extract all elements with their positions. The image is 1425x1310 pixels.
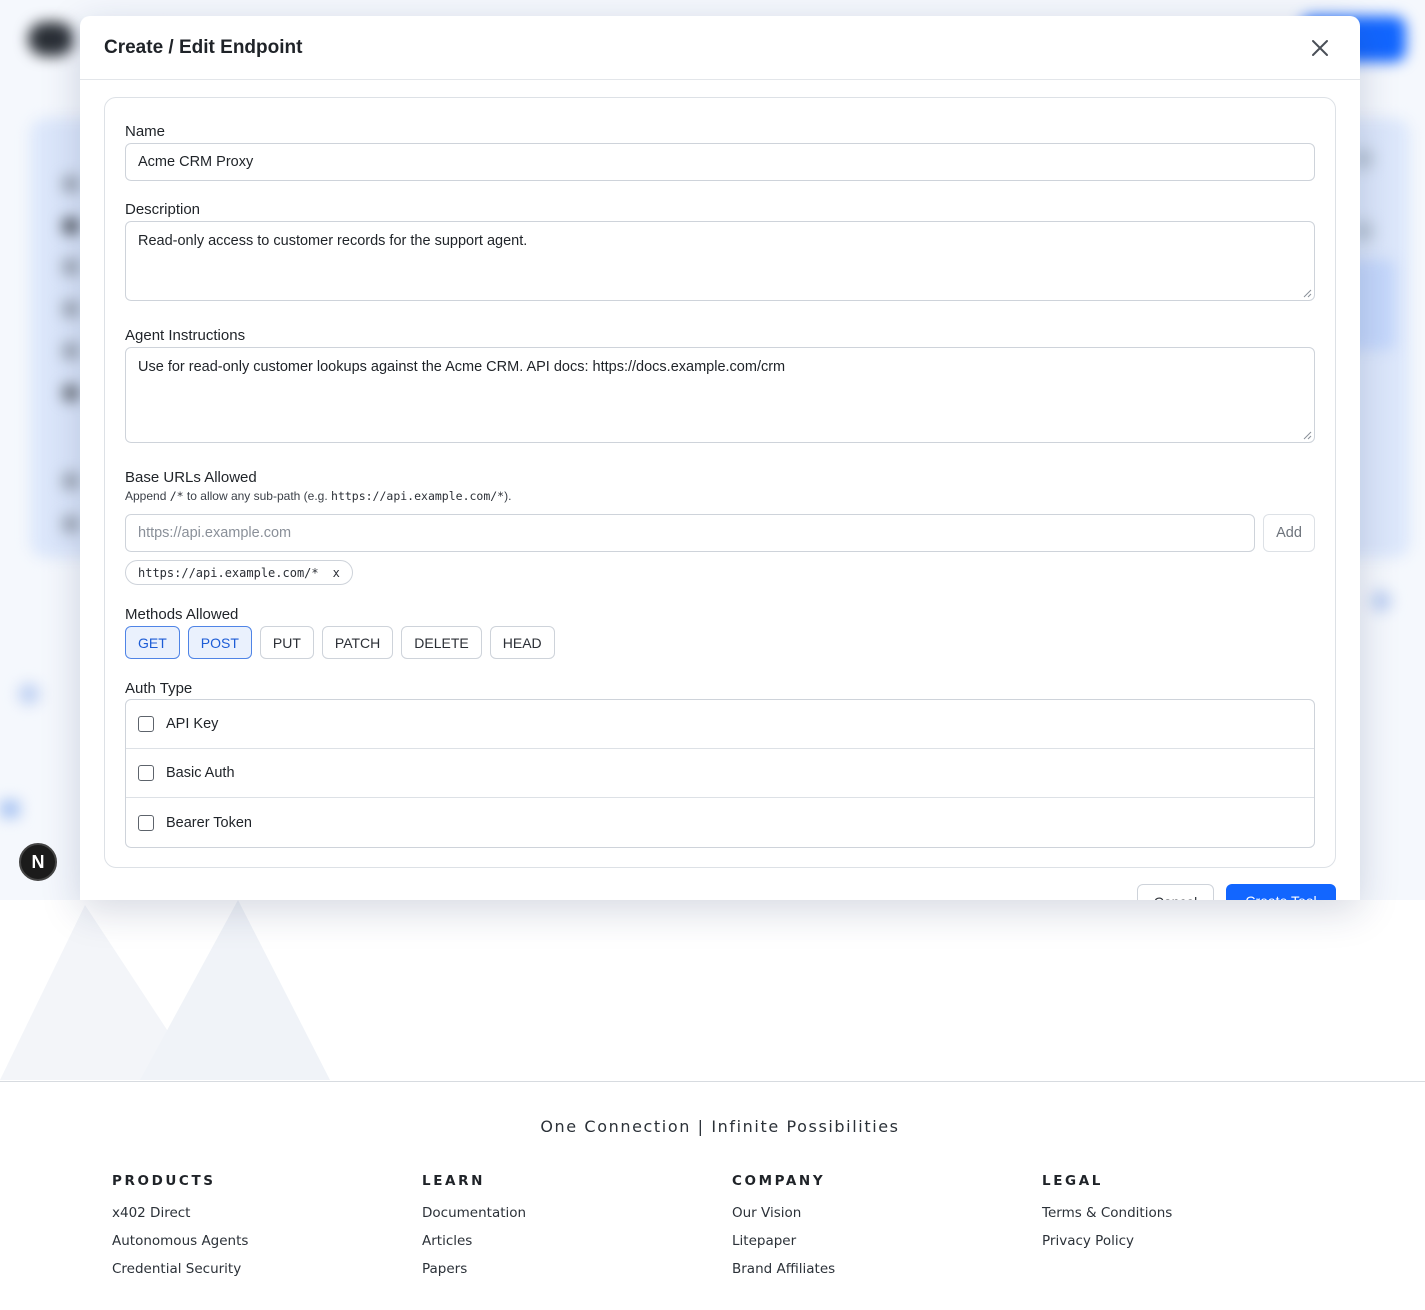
footer-column-learn: LEARN Documentation Articles Papers	[422, 1173, 526, 1288]
footer-link[interactable]: x402 Direct	[112, 1204, 248, 1222]
bg-list-dot	[62, 258, 80, 276]
close-icon	[1312, 39, 1328, 56]
basic-auth-checkbox[interactable]	[138, 765, 154, 781]
auth-option-api-key[interactable]: API Key	[126, 700, 1314, 749]
name-input[interactable]: Acme CRM Proxy	[125, 143, 1315, 181]
method-put-button[interactable]: PUT	[259, 626, 314, 659]
footer-link[interactable]: Privacy Policy	[1042, 1232, 1172, 1250]
bg-side-dot	[18, 683, 40, 705]
modal-header: Create / Edit Endpoint	[80, 16, 1360, 80]
footer-link[interactable]: Our Vision	[732, 1204, 835, 1222]
bg-chip	[0, 800, 20, 818]
bg-list-dot	[62, 472, 80, 490]
methods-group: GET POST PUT PATCH DELETE HEAD	[125, 626, 555, 659]
auth-option-basic-auth[interactable]: Basic Auth	[126, 749, 1314, 798]
bg-logo	[28, 22, 74, 56]
instructions-textarea[interactable]: Use for read-only customer lookups again…	[125, 347, 1315, 443]
resize-grip-icon[interactable]	[1303, 431, 1312, 440]
url-chip-value: https://api.example.com/*	[138, 565, 319, 580]
footer-link[interactable]: Documentation	[422, 1204, 526, 1222]
name-label: Name	[125, 123, 166, 140]
hint-text: Append	[125, 489, 167, 503]
description-textarea[interactable]: Read-only access to customer records for…	[125, 221, 1315, 301]
footer-heading: PRODUCTS	[112, 1173, 216, 1189]
footer-column-products: PRODUCTS x402 Direct Autonomous Agents C…	[112, 1173, 248, 1288]
auth-option-bearer-token[interactable]: Bearer Token	[126, 798, 1314, 847]
footer-link[interactable]: Autonomous Agents	[112, 1232, 248, 1250]
bg-list-dot	[62, 175, 80, 193]
name-value: Acme CRM Proxy	[138, 154, 254, 170]
api-key-checkbox[interactable]	[138, 716, 154, 732]
footer-heading: LEGAL	[1042, 1173, 1103, 1189]
bg-list-dot	[62, 300, 80, 318]
footer-link[interactable]: Credential Security	[112, 1260, 248, 1278]
endpoint-form: Name Acme CRM Proxy Description Read-onl…	[104, 97, 1336, 868]
base-url-placeholder: https://api.example.com	[138, 525, 292, 541]
remove-url-button[interactable]: x	[333, 566, 340, 580]
footer-heading: LEARN	[422, 1173, 485, 1189]
bg-list-dot	[62, 515, 80, 533]
cancel-button[interactable]: Cancel	[1137, 884, 1214, 900]
bg-list-dot	[62, 217, 80, 235]
url-chip: https://api.example.com/* x	[125, 560, 353, 585]
instructions-label: Agent Instructions	[125, 327, 246, 344]
bg-list-dot	[62, 384, 80, 402]
method-delete-button[interactable]: DELETE	[401, 626, 482, 659]
base-urls-hint: Append /* to allow any sub-path (e.g. ht…	[125, 489, 511, 503]
base-urls-label: Base URLs Allowed	[125, 469, 257, 486]
footer-tagline: One Connection | Infinite Possibilities	[540, 1117, 900, 1136]
methods-label: Methods Allowed	[125, 606, 239, 623]
auth-option-label: API Key	[166, 716, 219, 732]
footer-heading: COMPANY	[732, 1173, 826, 1189]
bg-list-dot	[62, 342, 80, 360]
decorative-triangles	[0, 900, 330, 1080]
footer-link[interactable]: Brand Affiliates	[732, 1260, 835, 1278]
auth-type-list: API Key Basic Auth Bearer Token	[125, 699, 1315, 848]
triangle-right	[140, 900, 330, 1080]
footer-link[interactable]: Litepaper	[732, 1232, 835, 1250]
endpoint-modal: Create / Edit Endpoint Name Acme CRM Pro…	[80, 16, 1360, 900]
hint-code-example: https://api.example.com/*	[331, 489, 505, 503]
bearer-token-checkbox[interactable]	[138, 814, 154, 831]
hint-code-wildcard: /*	[169, 489, 184, 503]
method-get-button[interactable]: GET	[125, 626, 180, 659]
description-label: Description	[125, 201, 201, 218]
resize-grip-icon[interactable]	[1303, 289, 1312, 298]
nextjs-badge-icon[interactable]: N	[19, 843, 57, 881]
auth-option-label: Basic Auth	[166, 765, 235, 781]
hint-text: to allow any sub-path (e.g.	[186, 489, 328, 503]
bg-side-dot	[1370, 590, 1392, 612]
base-url-input[interactable]: https://api.example.com	[125, 514, 1255, 552]
footer-link[interactable]: Articles	[422, 1232, 526, 1250]
auth-type-label: Auth Type	[125, 680, 193, 697]
footer-link[interactable]: Terms & Conditions	[1042, 1204, 1172, 1222]
method-post-button[interactable]: POST	[187, 626, 252, 659]
hint-text: ).	[504, 489, 512, 503]
description-value: Read-only access to customer records for…	[138, 233, 528, 249]
method-head-button[interactable]: HEAD	[489, 626, 555, 659]
add-url-button[interactable]: Add	[1263, 514, 1315, 552]
footer-column-legal: LEGAL Terms & Conditions Privacy Policy	[1042, 1173, 1172, 1260]
site-footer: One Connection | Infinite Possibilities …	[0, 1081, 1425, 1310]
create-tool-button[interactable]: Create Tool	[1226, 884, 1336, 900]
footer-column-company: COMPANY Our Vision Litepaper Brand Affil…	[732, 1173, 835, 1288]
close-button[interactable]	[1304, 32, 1336, 64]
footer-link[interactable]: Papers	[422, 1260, 526, 1278]
modal-title: Create / Edit Endpoint	[104, 36, 303, 58]
instructions-value: Use for read-only customer lookups again…	[138, 359, 786, 375]
auth-option-label: Bearer Token	[166, 814, 252, 831]
method-patch-button[interactable]: PATCH	[321, 626, 394, 659]
